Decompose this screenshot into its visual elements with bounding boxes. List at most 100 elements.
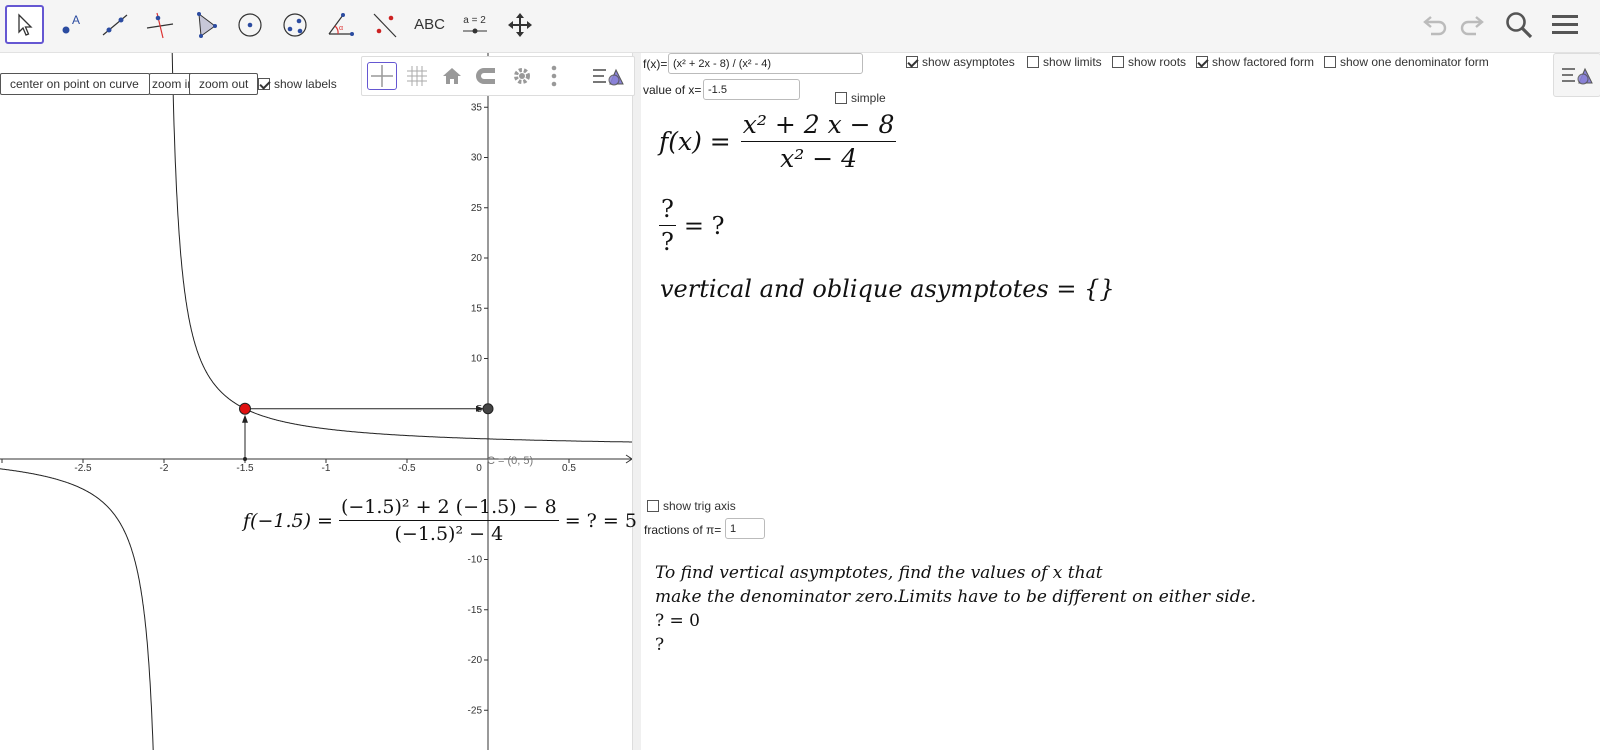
graph-canvas[interactable]: -2.5-2-1.5-1-0.500.53530252015105-10-15-…	[0, 53, 632, 750]
circle-center-tool[interactable]	[230, 5, 269, 44]
point-tool[interactable]: A	[50, 5, 89, 44]
line-tool[interactable]	[95, 5, 134, 44]
show-factored-form-label: show factored form	[1212, 55, 1315, 69]
fractions-of-pi-label: fractions of π=	[644, 523, 722, 537]
checkbox-box[interactable]	[1196, 56, 1208, 68]
checkbox-box[interactable]	[647, 500, 659, 512]
x-tick-label: -1	[322, 463, 331, 474]
show-asymptotes-label: show asymptotes	[922, 55, 1015, 69]
cursor-arrow-icon	[17, 12, 33, 36]
y-tick-label: -15	[468, 605, 483, 616]
settings-button[interactable]	[507, 62, 537, 90]
curve-left-branch	[0, 468, 154, 750]
toolbar: A α ABC a = 2	[0, 0, 1600, 53]
checkbox-box[interactable]	[1112, 56, 1124, 68]
svg-text:A: A	[72, 13, 80, 27]
magnet-icon	[476, 68, 495, 84]
simple-checkbox[interactable]: simple	[835, 91, 886, 105]
y-tick-label: 10	[471, 354, 483, 365]
curve-point	[239, 402, 251, 415]
slider-tool[interactable]: a = 2	[455, 5, 494, 44]
factored-rhs: = ?	[683, 211, 725, 240]
x-tick-label: -0.5	[398, 463, 416, 474]
zoom-out-button[interactable]: zoom out	[189, 73, 258, 95]
move-tool[interactable]	[5, 5, 44, 44]
x-value-input[interactable]	[703, 79, 800, 100]
show-labels-label: show labels	[274, 77, 337, 91]
function-formula-lhs: f(x) =	[659, 127, 731, 156]
text-tool-label: ABC	[414, 16, 445, 33]
polygon-tool[interactable]	[185, 5, 224, 44]
y-tick-label: -10	[468, 555, 483, 566]
search-icon[interactable]	[1504, 10, 1534, 45]
show-roots-label: show roots	[1128, 55, 1187, 69]
zoom-in-button[interactable]: zoom in	[149, 73, 192, 95]
checkbox-box[interactable]	[1027, 56, 1039, 68]
grid-toggle-button[interactable]	[402, 62, 432, 90]
graphics-style-bar	[361, 56, 635, 96]
point-c	[482, 403, 494, 415]
checkbox-box[interactable]	[906, 56, 918, 68]
point-c-label: C = (0, 5)	[487, 455, 534, 467]
more-options-button[interactable]	[539, 62, 569, 90]
y-tick-label: 20	[471, 253, 483, 264]
vertical-guide-arrow	[242, 414, 248, 423]
slider-tool-label: a = 2	[463, 14, 486, 26]
graphics-view[interactable]: -2.5-2-1.5-1-0.500.53530252015105-10-15-…	[0, 53, 632, 750]
point-icon: A	[62, 13, 80, 33]
show-one-denominator-label: show one denominator form	[1340, 55, 1489, 69]
menu-icon[interactable]	[1550, 10, 1580, 45]
show-one-denominator-checkbox[interactable]: show one denominator form	[1324, 55, 1489, 69]
explanation-line: To find vertical asymptotes, find the va…	[655, 563, 1103, 583]
show-asymptotes-checkbox[interactable]: show asymptotes	[906, 55, 1015, 69]
axes-toggle-button[interactable]	[367, 62, 397, 90]
show-limits-checkbox[interactable]: show limits	[1027, 55, 1102, 69]
x-value-label: value of x=	[643, 83, 702, 97]
circle-three-points-tool[interactable]	[275, 5, 314, 44]
fx-label: f(x)=	[643, 57, 668, 71]
function-formula-denominator: x² − 4	[780, 144, 858, 173]
checkbox-box[interactable]	[1324, 56, 1336, 68]
gear-icon	[514, 68, 530, 84]
text-tool[interactable]: ABC	[410, 5, 449, 44]
redo-icon[interactable]	[1458, 10, 1486, 43]
function-formula: f(x) = x² + 2 x − 8 x² − 4	[659, 110, 897, 173]
explanation-line: ? = 0	[655, 611, 700, 631]
vertical-dots-icon	[551, 65, 557, 87]
explanation-line: ?	[655, 635, 665, 655]
checkbox-box[interactable]	[835, 92, 847, 104]
reflect-tool[interactable]	[365, 5, 404, 44]
show-roots-checkbox[interactable]: show roots	[1112, 55, 1186, 69]
svg-text:α: α	[339, 25, 343, 32]
reflect-line-icon	[373, 13, 396, 37]
show-trig-axis-checkbox[interactable]: show trig axis	[647, 499, 736, 513]
move-arrows-icon	[507, 12, 532, 37]
checkbox-box[interactable]	[258, 78, 270, 90]
point-capturing-button[interactable]	[472, 62, 502, 90]
axes-icon	[371, 65, 393, 87]
home-button[interactable]	[437, 62, 467, 90]
panel-style-bar-toggle[interactable]	[1553, 53, 1600, 97]
y-tick-label: -20	[468, 655, 483, 666]
show-factored-form-checkbox[interactable]: show factored form	[1196, 55, 1314, 69]
center-on-point-button[interactable]: center on point on curve	[0, 73, 150, 95]
simple-label: simple	[851, 91, 886, 105]
angle-tool[interactable]: α	[320, 5, 359, 44]
fx-input[interactable]	[668, 53, 863, 74]
x-tick-label: 0.5	[562, 463, 576, 474]
style-bar-toggle-button[interactable]	[590, 62, 626, 90]
show-labels-checkbox[interactable]: show labels	[258, 77, 337, 91]
x-tick-label: -2	[160, 463, 169, 474]
undo-icon[interactable]	[1421, 10, 1449, 43]
x-axis-point	[243, 457, 247, 461]
circle-center-icon	[237, 12, 262, 37]
polygon-icon	[196, 11, 217, 38]
move-graphics-tool[interactable]	[500, 5, 539, 44]
evaluation-denominator: (−1.5)² − 4	[394, 523, 504, 545]
factored-denominator: ?	[661, 228, 674, 256]
fractions-of-pi-input[interactable]	[725, 518, 765, 539]
style-bar-icon	[593, 68, 624, 86]
evaluation-lhs: f(−1.5) =	[243, 509, 333, 532]
perpendicular-tool[interactable]	[140, 5, 179, 44]
y-tick-label: 15	[471, 303, 483, 314]
